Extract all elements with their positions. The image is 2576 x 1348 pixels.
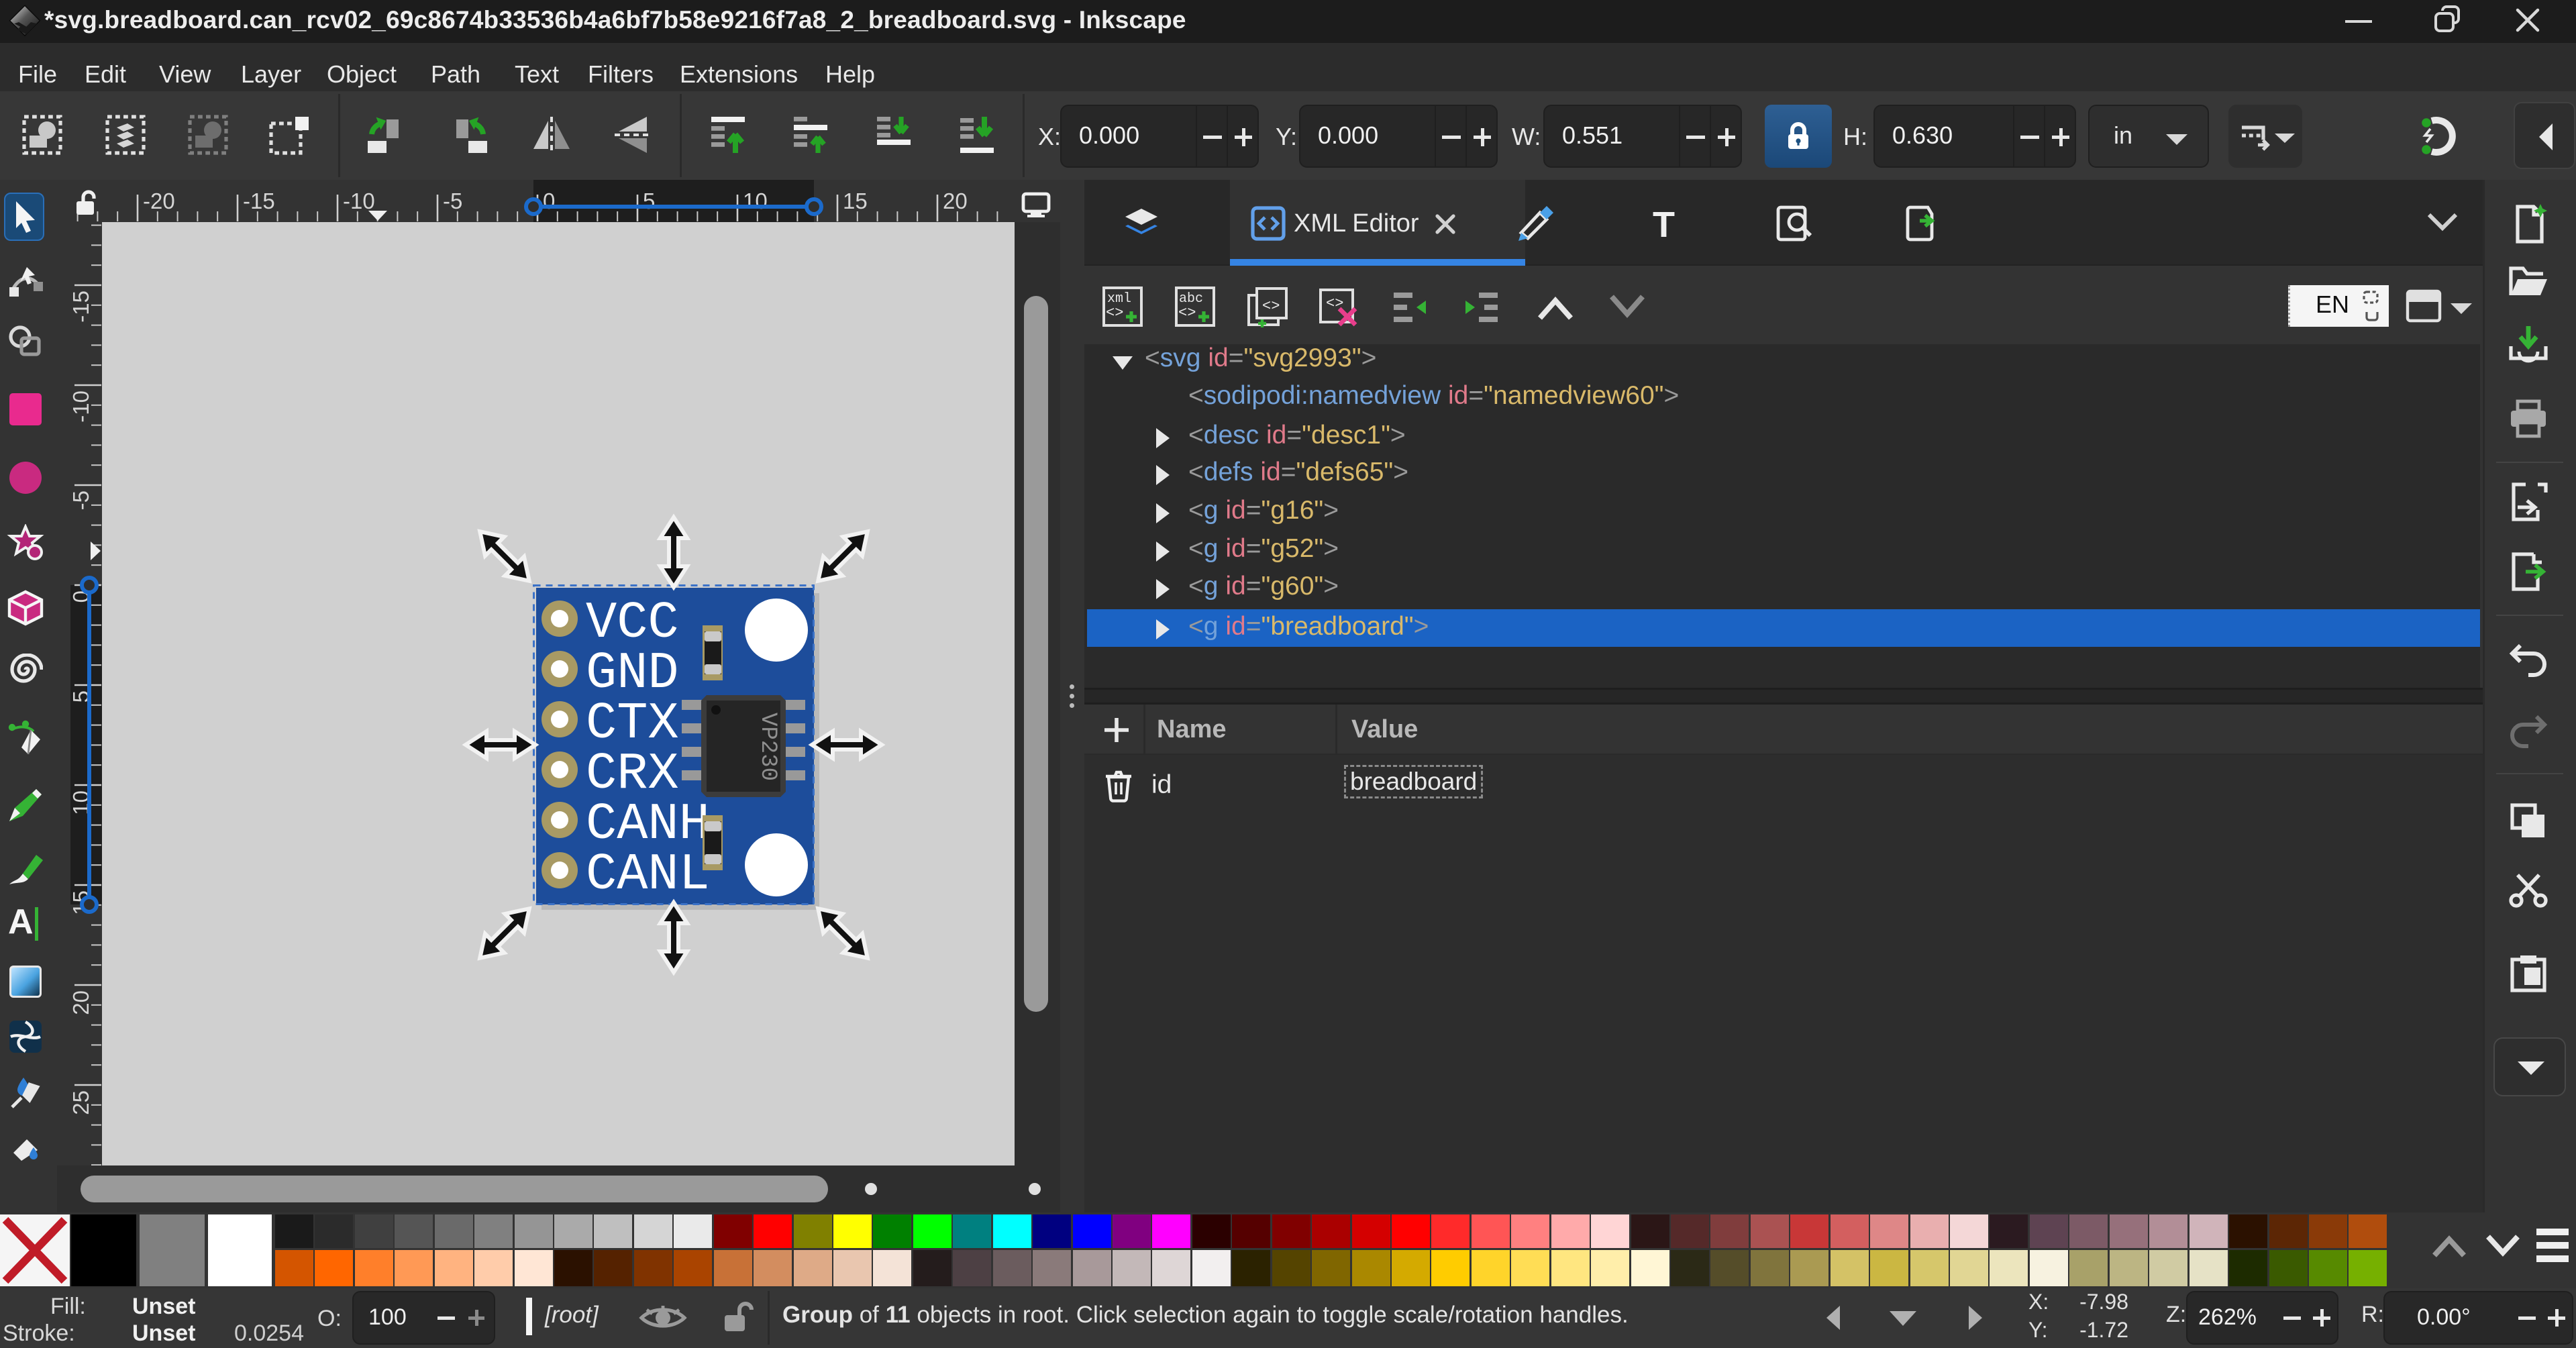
svg-text:-5: -5 [443,189,462,213]
svg-text:VP230: VP230 [755,713,780,781]
svg-text:10: 10 [743,189,768,213]
svg-text:CANH: CANH [586,796,710,854]
svg-text:<>: <> [1178,305,1196,321]
svg-text:15: 15 [843,189,868,213]
svg-text:-15: -15 [243,189,275,213]
svg-text:5: 5 [643,189,655,213]
svg-text:CANL: CANL [586,846,710,904]
svg-text:VCC: VCC [586,594,679,653]
svg-text:-20: -20 [143,189,175,213]
svg-text:<>: <> [1106,305,1123,321]
svg-text:0: 0 [543,189,555,213]
svg-text:20: 20 [943,189,968,213]
svg-text:CRX: CRX [586,745,679,804]
svg-text:CTX: CTX [586,695,679,754]
svg-text:-10: -10 [343,189,375,213]
svg-text:25: 25 [70,1090,93,1115]
svg-text:20: 20 [70,990,93,1015]
svg-text:GND: GND [586,645,679,703]
svg-text:-10: -10 [70,391,93,423]
svg-text:-5: -5 [70,490,93,510]
svg-text:<>: <> [1262,298,1280,315]
svg-text:-15: -15 [70,291,93,323]
